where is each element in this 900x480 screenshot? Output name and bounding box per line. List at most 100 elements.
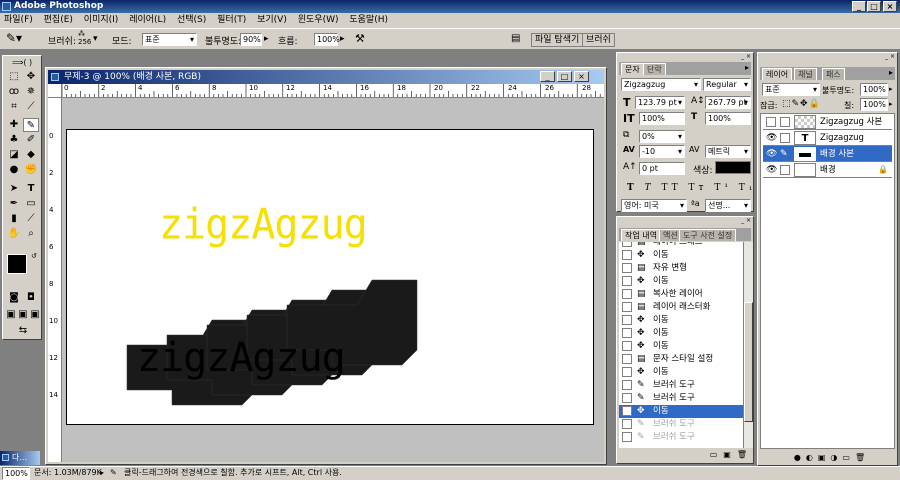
quick-mask-mode-icon[interactable]: ◘ — [23, 291, 39, 305]
history-snapshot-box[interactable] — [622, 419, 632, 429]
baseline-shift-field[interactable]: 0 pt — [639, 162, 685, 175]
history-item[interactable]: ✥ 이동 — [619, 327, 743, 340]
move-tool-icon[interactable]: ✥ — [23, 70, 39, 84]
antialias-select[interactable]: 선명... ▾ — [705, 199, 751, 212]
history-brush-tool-icon[interactable]: ✐ — [23, 133, 39, 147]
history-snapshot-box[interactable] — [622, 315, 632, 325]
dock-icon[interactable]: ▤ — [511, 33, 520, 44]
blend-mode-select[interactable]: 표준 ▾ — [762, 83, 820, 96]
minimize-button[interactable]: _ — [852, 1, 866, 12]
history-snapshot-box[interactable] — [622, 406, 632, 416]
hand-tool-icon[interactable]: ✋ — [6, 227, 22, 241]
slice-tool-icon[interactable]: ⟋ — [23, 100, 39, 114]
language-select[interactable]: 영어: 미국 ▾ — [621, 199, 687, 212]
doc-maximize-button[interactable]: □ — [557, 71, 572, 82]
panel-menu-icon[interactable]: ▸ — [745, 63, 749, 72]
dark-zigzag-text[interactable]: zigzAgzug — [137, 335, 346, 381]
history-snapshot-box[interactable] — [622, 432, 632, 442]
marquee-tool-icon[interactable]: ⬚ — [6, 70, 22, 84]
eye-icon[interactable]: 👁 — [766, 162, 777, 178]
link-toggle[interactable] — [780, 117, 790, 127]
canvas[interactable]: zigzAgzug zigzAgzug — [66, 129, 594, 425]
clone-stamp-tool-icon[interactable]: ♣ — [6, 133, 22, 147]
eye-icon[interactable]: 👁 — [766, 146, 777, 162]
lasso-tool-icon[interactable]: ꝏ — [6, 85, 22, 99]
link-toggle[interactable] — [780, 165, 790, 175]
menu-filter[interactable]: 필터(T) — [217, 15, 246, 25]
foreground-color-swatch[interactable] — [7, 254, 27, 274]
airbrush-icon[interactable]: ⚒ — [355, 32, 365, 45]
document-title-bar[interactable]: 무제-3 @ 100% (배경 사본, RGB) _ □ × — [48, 70, 604, 84]
tab-layers[interactable]: 레이어 — [762, 68, 793, 80]
history-snapshot-box[interactable] — [622, 242, 632, 247]
lock-icons[interactable]: ⬚✎✥🔒 — [782, 99, 821, 109]
standard-mode-icon[interactable]: ◙ — [6, 291, 22, 305]
kerning-field[interactable]: -10 ▾ — [639, 145, 685, 158]
tab-history[interactable]: 작업 내역 — [621, 229, 661, 241]
vertical-ruler[interactable]: 0 2 4 6 8 10 12 14 — [48, 98, 62, 462]
layer-opacity-field[interactable]: 100% — [860, 83, 888, 96]
panel-close-icon[interactable]: _ × — [619, 218, 751, 224]
history-snapshot-box[interactable] — [622, 289, 632, 299]
history-item[interactable]: ▤ 레이어 래스터화 — [619, 301, 743, 314]
menu-image[interactable]: 이미지(I) — [84, 15, 119, 25]
history-snapshot-box[interactable] — [622, 393, 632, 403]
flow-arrow-icon[interactable]: ▸ — [340, 34, 345, 44]
toolbox-header-icon[interactable]: ⟹( ) — [5, 58, 39, 68]
history-item[interactable]: ✥ 이동 — [619, 366, 743, 379]
swap-colors-icon[interactable]: ↺ — [31, 252, 37, 260]
history-scrollbar[interactable] — [743, 242, 753, 448]
tab-paragraph[interactable]: 단락 — [643, 63, 666, 75]
screen-mode-full-icon[interactable]: ▣ — [29, 308, 41, 322]
menu-file[interactable]: 파일(F) — [4, 15, 33, 25]
screen-mode-standard-icon[interactable]: ▣ — [5, 308, 17, 322]
ruler-origin[interactable] — [48, 84, 62, 98]
close-button[interactable]: × — [883, 1, 897, 12]
tab-file-browser[interactable]: 파일 탐색기 — [531, 33, 584, 47]
jump-to-imageready-icon[interactable]: ⇆ — [11, 324, 35, 338]
text-style-buttons[interactable]: T T TT Tт T¹ T₁ T T — [627, 183, 786, 193]
history-item[interactable]: ✎ 브러쉬 도구 — [619, 418, 743, 431]
flow-field[interactable]: 100% — [314, 33, 340, 46]
zoom-field[interactable]: 100% — [2, 467, 30, 480]
history-snapshot-box[interactable] — [622, 250, 632, 260]
history-item[interactable]: ✎ 브러쉬 도구 — [619, 379, 743, 392]
horizontal-ruler[interactable]: 0 2 4 6 8 10 12 14 16 18 20 22 24 26 28 — [62, 84, 604, 98]
history-snapshot-box[interactable] — [622, 328, 632, 338]
minimized-document[interactable]: 다... — [0, 451, 40, 465]
fill-arrow-icon[interactable]: ▸ — [889, 100, 893, 108]
panel-menu-icon[interactable]: ▸ — [889, 68, 893, 77]
panel-close-icon[interactable]: _ × — [760, 54, 895, 60]
pen-tool-icon[interactable]: ✒ — [6, 197, 22, 211]
maximize-button[interactable]: □ — [867, 1, 881, 12]
history-item[interactable]: ▤ 문자 스타일 설정 — [619, 353, 743, 366]
layer-row[interactable]: 👁 T Zigzagzug — [763, 130, 892, 146]
history-snapshot-box[interactable] — [622, 354, 632, 364]
path-selection-tool-icon[interactable]: ➤ — [6, 182, 22, 196]
history-snapshot-box[interactable] — [622, 380, 632, 390]
vertical-scale-field[interactable]: 100% — [639, 112, 685, 125]
opacity-arrow-icon[interactable]: ▸ — [264, 34, 269, 44]
history-item[interactable]: ✎ 브러쉬 도구 — [619, 392, 743, 405]
layers-list[interactable]: Zigzagzug 사본 👁 T Zigzagzug 👁 ✎ 배경 사본 👁 배… — [760, 113, 895, 449]
history-item[interactable]: ▤ 자유 변형 — [619, 262, 743, 275]
history-item[interactable]: ✥ 이동 — [619, 275, 743, 288]
layer-row[interactable]: 👁 ✎ 배경 사본 — [763, 146, 892, 162]
eye-icon[interactable]: 👁 — [766, 130, 777, 146]
font-size-field[interactable]: 123.79 pt ▾ — [635, 96, 685, 109]
history-snapshot-box[interactable] — [622, 367, 632, 377]
eraser-tool-icon[interactable]: ◪ — [6, 148, 22, 162]
panel-close-icon[interactable]: _ × — [619, 54, 751, 60]
tracking-pct-field[interactable]: 0% ▾ — [639, 130, 685, 143]
leading-field[interactable]: 267.79 pt ▾ — [705, 96, 751, 109]
magic-wand-tool-icon[interactable]: ✵ — [23, 85, 39, 99]
history-scroll-thumb[interactable] — [744, 302, 753, 422]
fill-field[interactable]: 100% — [860, 98, 888, 111]
text-color-swatch[interactable] — [715, 161, 751, 174]
history-item[interactable]: ▤ 레이어 드래그 — [619, 242, 743, 249]
horizontal-scale-field[interactable]: 100% — [705, 112, 751, 125]
history-item[interactable]: ✥ 이동 — [619, 405, 743, 418]
screen-mode-full-menu-icon[interactable]: ▣ — [17, 308, 29, 322]
tab-channels[interactable]: 채널 — [794, 68, 817, 80]
history-item[interactable]: ✥ 이동 — [619, 249, 743, 262]
